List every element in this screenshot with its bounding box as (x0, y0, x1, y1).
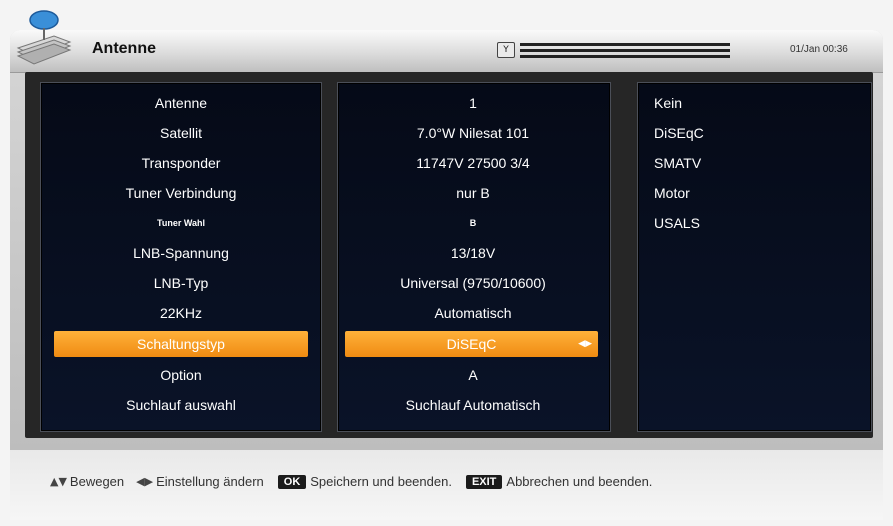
setting-label[interactable]: Tuner Wahl (50, 210, 312, 236)
setting-label[interactable]: Antenne (50, 90, 312, 116)
setting-label[interactable]: LNB-Typ (50, 270, 312, 296)
setting-value[interactable]: A (345, 362, 601, 388)
exit-key-badge: EXIT (465, 474, 503, 489)
option-item[interactable]: DiSEqC (654, 120, 704, 146)
setting-label[interactable]: Transponder (50, 150, 312, 176)
setting-value-selected[interactable]: DiSEqC ◀▶ (345, 331, 598, 357)
help-change: Einstellung ändern (156, 474, 264, 489)
setting-label[interactable]: Option (50, 362, 312, 388)
signal-bar (520, 49, 730, 52)
page-title: Antenne (92, 40, 156, 57)
ok-key-badge: OK (277, 474, 307, 489)
option-item[interactable]: SMATV (654, 150, 701, 176)
option-item[interactable]: Motor (654, 180, 690, 206)
setting-value[interactable]: Suchlauf Automatisch (345, 392, 601, 418)
option-item[interactable]: USALS (654, 210, 700, 236)
setting-value[interactable]: Automatisch (345, 300, 601, 326)
help-bar: ▲▼ Bewegen ◀▶ Einstellung ändern OK Spei… (50, 474, 654, 489)
option-item[interactable]: Kein (654, 90, 682, 116)
setting-label[interactable]: Tuner Verbindung (50, 180, 312, 206)
clock: 01/Jan 00:36 (790, 44, 848, 55)
signal-bar (520, 55, 730, 58)
help-ok: Speichern und beenden. (310, 474, 452, 489)
setting-label-selected[interactable]: Schaltungstyp (54, 331, 308, 357)
setting-value[interactable]: nur B (345, 180, 601, 206)
signal-bar (520, 43, 730, 46)
setting-value[interactable]: 1 (345, 90, 601, 116)
setting-value[interactable]: 13/18V (345, 240, 601, 266)
help-move: Bewegen (69, 474, 125, 489)
setting-label[interactable]: 22KHz (50, 300, 312, 326)
setting-value[interactable]: 11747V 27500 3/4 (345, 150, 601, 176)
setting-label[interactable]: Satellit (50, 120, 312, 146)
satellite-dish-icon (16, 10, 72, 65)
setting-label[interactable]: Suchlauf auswahl (50, 392, 312, 418)
help-exit: Abbrechen und beenden. (506, 474, 653, 489)
left-right-arrows-icon: ◀▶ (136, 475, 154, 488)
signal-icon: Y (497, 42, 515, 58)
up-down-arrows-icon: ▲▼ (50, 475, 67, 488)
setting-value-label: DiSEqC (446, 336, 497, 352)
setting-value[interactable]: B (345, 210, 601, 236)
setting-value[interactable]: 7.0°W Nilesat 101 (345, 120, 601, 146)
setting-label[interactable]: LNB-Spannung (50, 240, 312, 266)
left-right-arrows-icon: ◀▶ (578, 339, 592, 349)
setting-value[interactable]: Universal (9750/10600) (345, 270, 601, 296)
